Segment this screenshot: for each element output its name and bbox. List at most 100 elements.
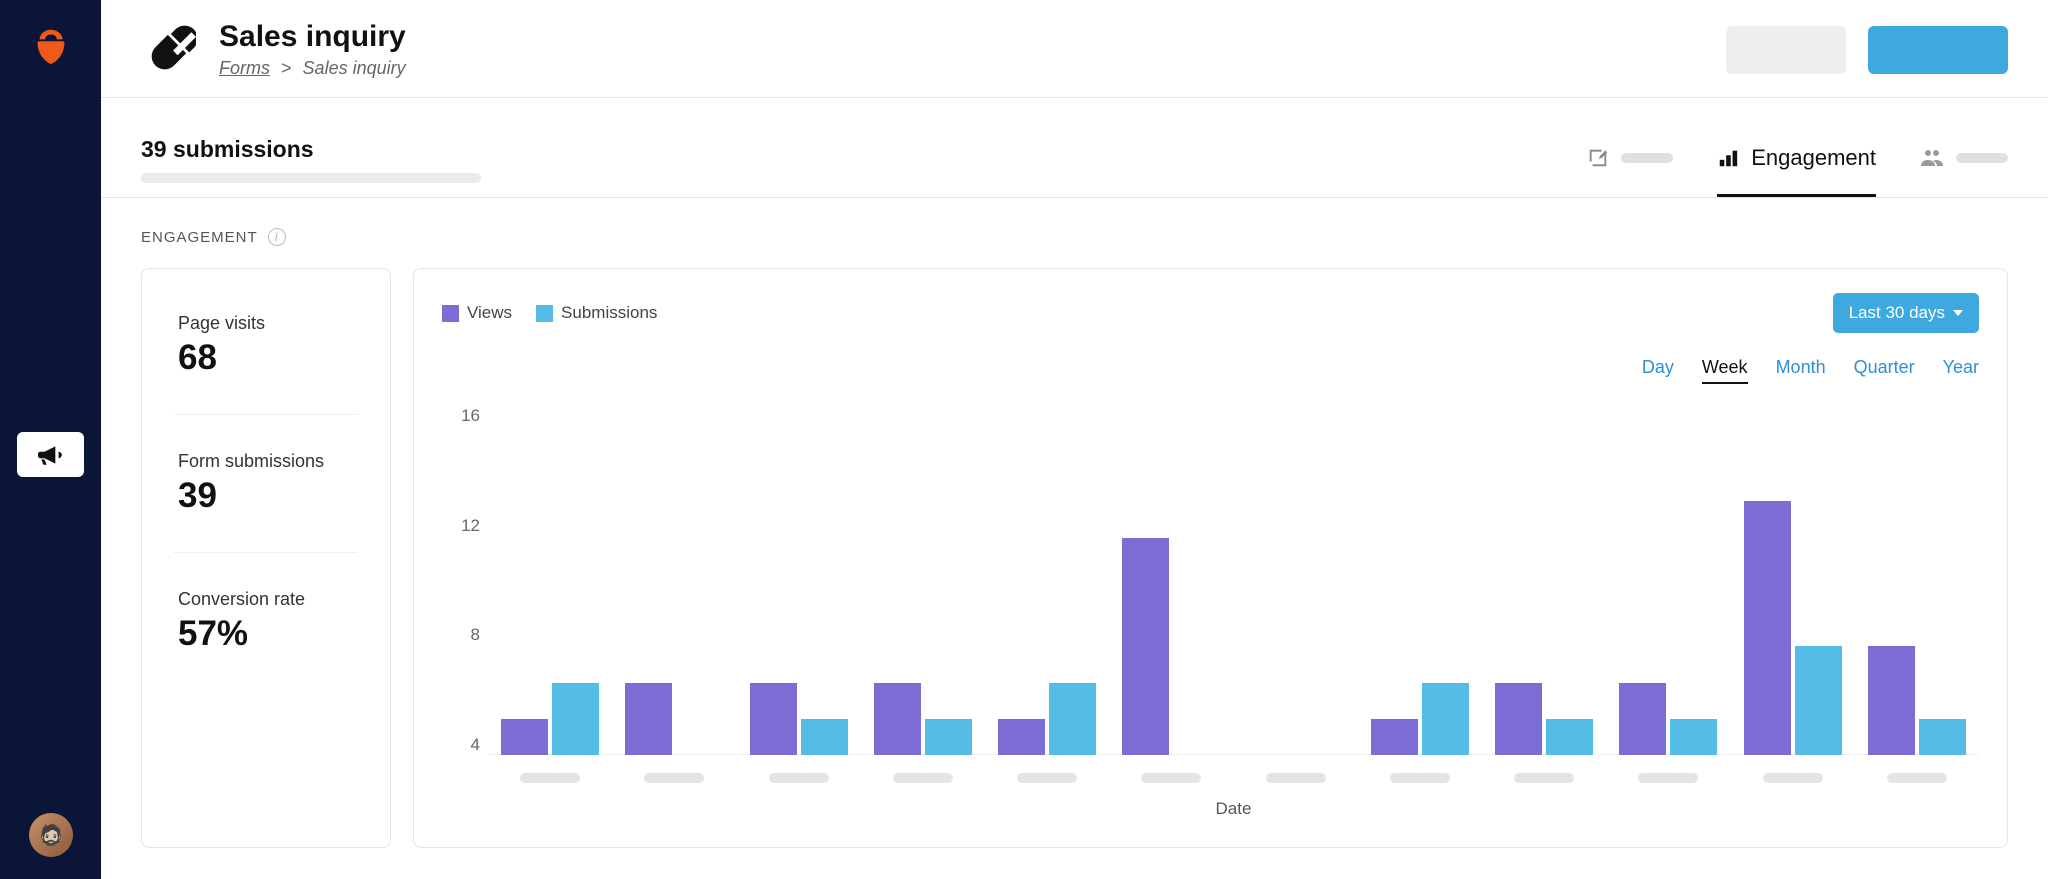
chart-x-tick bbox=[1855, 773, 1979, 783]
chart-bar-submissions[interactable] bbox=[1422, 683, 1469, 756]
chart-bar-submissions[interactable] bbox=[925, 719, 972, 755]
app-logo-icon[interactable] bbox=[28, 24, 74, 75]
chart-bar-submissions[interactable] bbox=[1795, 646, 1842, 755]
panels: Page visits 68 Form submissions 39 Conve… bbox=[141, 268, 2008, 848]
left-rail: 🧔🏻 bbox=[0, 0, 101, 879]
stat-page-visits-label: Page visits bbox=[178, 313, 354, 334]
chart-x-tick bbox=[861, 773, 985, 783]
chart-bar-views[interactable] bbox=[750, 683, 797, 756]
chart-bar-submissions[interactable] bbox=[1049, 683, 1096, 756]
sidebar-item-campaigns[interactable] bbox=[17, 432, 84, 477]
view-tabs: Engagement bbox=[1587, 122, 2008, 197]
header-text-block: Sales inquiry Forms > Sales inquiry bbox=[219, 20, 406, 79]
y-tick: 12 bbox=[461, 516, 480, 536]
period-week[interactable]: Week bbox=[1702, 357, 1748, 384]
date-range-dropdown[interactable]: Last 30 days bbox=[1833, 293, 1979, 333]
chart-x-axis-label: Date bbox=[488, 799, 1979, 819]
form-magnet-icon bbox=[141, 21, 199, 79]
chart-bar-submissions[interactable] bbox=[1546, 719, 1593, 755]
section-label: Engagement i bbox=[141, 228, 2008, 246]
chart-legend: Views Submissions bbox=[442, 303, 657, 323]
chart-bar-views[interactable] bbox=[501, 719, 548, 755]
chart-x-tick bbox=[488, 773, 612, 783]
chart-header: Views Submissions Last 30 days bbox=[442, 293, 1979, 333]
stat-form-submissions: Form submissions 39 bbox=[178, 451, 354, 516]
chart-bar-group bbox=[861, 465, 985, 755]
submissions-count: 39 submissions bbox=[141, 136, 481, 163]
info-icon[interactable]: i bbox=[268, 228, 286, 246]
legend-submissions-label: Submissions bbox=[561, 303, 657, 323]
chart-x-tick bbox=[1606, 773, 1730, 783]
header-secondary-button[interactable] bbox=[1726, 26, 1846, 74]
period-quarter[interactable]: Quarter bbox=[1854, 357, 1915, 384]
legend-views-swatch bbox=[442, 305, 459, 322]
tab-engagement[interactable]: Engagement bbox=[1717, 122, 1876, 197]
stat-divider bbox=[174, 552, 358, 553]
page-header: Sales inquiry Forms > Sales inquiry bbox=[101, 0, 2048, 98]
tab-edit[interactable] bbox=[1587, 122, 1673, 197]
chart-bar-views[interactable] bbox=[1619, 683, 1666, 756]
legend-views[interactable]: Views bbox=[442, 303, 512, 323]
chart-bar-submissions[interactable] bbox=[1919, 719, 1966, 755]
chart-x-tick-placeholder bbox=[1266, 773, 1326, 783]
chart-bar-group bbox=[1731, 465, 1855, 755]
chart-x-tick bbox=[612, 773, 736, 783]
subheader-summary: 39 submissions bbox=[141, 136, 481, 183]
breadcrumb-root-link[interactable]: Forms bbox=[219, 58, 270, 78]
chart-x-tick bbox=[985, 773, 1109, 783]
chart-bar-views[interactable] bbox=[1744, 501, 1791, 755]
chart-bar-submissions[interactable] bbox=[552, 683, 599, 756]
date-range-label: Last 30 days bbox=[1849, 303, 1945, 323]
stat-conversion-rate-label: Conversion rate bbox=[178, 589, 354, 610]
breadcrumb: Forms > Sales inquiry bbox=[219, 58, 406, 79]
legend-submissions[interactable]: Submissions bbox=[536, 303, 657, 323]
y-tick: 16 bbox=[461, 406, 480, 426]
chart-bar-group bbox=[1855, 465, 1979, 755]
chart-bar-group bbox=[985, 465, 1109, 755]
chart-x-tick bbox=[1109, 773, 1233, 783]
header-primary-button[interactable] bbox=[1868, 26, 2008, 74]
chart-x-tick-placeholder bbox=[1390, 773, 1450, 783]
header-actions bbox=[1726, 26, 2008, 74]
breadcrumb-current: Sales inquiry bbox=[303, 58, 406, 78]
submissions-progress-bar bbox=[141, 173, 481, 183]
user-avatar[interactable]: 🧔🏻 bbox=[29, 813, 73, 857]
chart-x-tick-placeholder bbox=[1017, 773, 1077, 783]
chart-x-tick-placeholder bbox=[1887, 773, 1947, 783]
chart-bar-views[interactable] bbox=[625, 683, 672, 756]
period-day[interactable]: Day bbox=[1642, 357, 1674, 384]
period-tabs: Day Week Month Quarter Year bbox=[442, 357, 1979, 384]
stats-card: Page visits 68 Form submissions 39 Conve… bbox=[141, 268, 391, 848]
chart-bar-views[interactable] bbox=[998, 719, 1045, 755]
chart-bar-group bbox=[737, 465, 861, 755]
page-title: Sales inquiry bbox=[219, 20, 406, 54]
chart-bar-views[interactable] bbox=[874, 683, 921, 756]
avatar-face-icon: 🧔🏻 bbox=[39, 823, 64, 848]
stat-form-submissions-label: Form submissions bbox=[178, 451, 354, 472]
stat-page-visits-value: 68 bbox=[178, 338, 354, 378]
main-content: Sales inquiry Forms > Sales inquiry 39 s… bbox=[101, 0, 2048, 879]
chart-x-tick bbox=[1358, 773, 1482, 783]
chart-x-tick bbox=[1482, 773, 1606, 783]
chart-bar-group bbox=[488, 465, 612, 755]
stat-form-submissions-value: 39 bbox=[178, 476, 354, 516]
chart-bar-group bbox=[1606, 465, 1730, 755]
period-year[interactable]: Year bbox=[1943, 357, 1979, 384]
chart-bar-views[interactable] bbox=[1495, 683, 1542, 756]
section-label-text: Engagement bbox=[141, 229, 258, 246]
chart-bar-views[interactable] bbox=[1122, 538, 1169, 756]
chart-bar-submissions[interactable] bbox=[1670, 719, 1717, 755]
chart-bar-views[interactable] bbox=[1868, 646, 1915, 755]
stat-conversion-rate-value: 57% bbox=[178, 614, 354, 654]
chart-plot: Date bbox=[488, 404, 1979, 819]
body: Engagement i Page visits 68 Form submiss… bbox=[101, 198, 2048, 879]
period-month[interactable]: Month bbox=[1776, 357, 1826, 384]
tab-responses[interactable] bbox=[1920, 122, 2008, 197]
chart-bar-group bbox=[612, 465, 736, 755]
stat-divider bbox=[174, 414, 358, 415]
stat-page-visits: Page visits 68 bbox=[178, 313, 354, 378]
chart-bar-submissions[interactable] bbox=[801, 719, 848, 755]
y-tick: 4 bbox=[471, 735, 480, 755]
chart-bar-views[interactable] bbox=[1371, 719, 1418, 755]
chart-bar-group bbox=[1234, 465, 1358, 755]
